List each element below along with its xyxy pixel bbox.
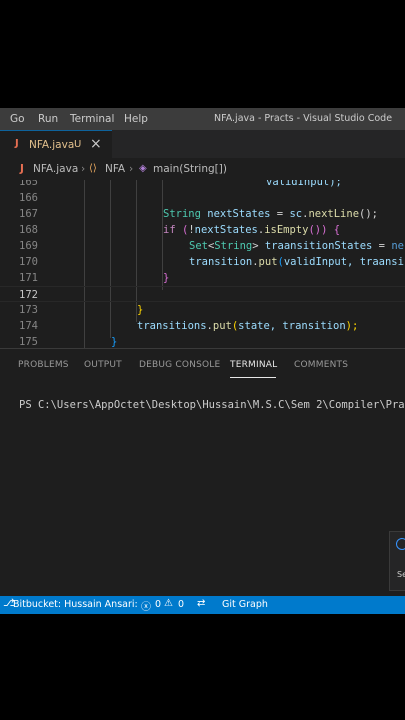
code-token: (); [359, 208, 378, 220]
editor-tab-bar: J NFA.java U × [0, 130, 405, 158]
tab-debug-console[interactable]: DEBUG CONSOLE [139, 360, 220, 370]
untracked-badge: U [74, 139, 82, 150]
code-token: } [137, 304, 144, 316]
menu-run[interactable]: Run [38, 113, 58, 125]
code-line: 166 [0, 190, 405, 206]
line-number: 166 [19, 192, 38, 204]
tab-output[interactable]: OUTPUT [84, 360, 122, 370]
code-line: 173 } [0, 302, 405, 318]
tab-terminal[interactable]: TERMINAL [230, 360, 277, 370]
code-token: } [111, 336, 118, 348]
line-number: 174 [19, 320, 38, 332]
git-graph-icon: ⇄ [197, 598, 206, 609]
chevron-right-icon: › [129, 163, 134, 175]
warning-icon: ⚠ [164, 598, 173, 609]
code-token: isEmpty [264, 224, 309, 236]
code-token: state, transition [238, 320, 346, 332]
class-icon: ⟨⟩ [89, 163, 97, 174]
menu-bar: Go Run Terminal Help NFA.java - Practs -… [0, 108, 405, 130]
git-graph-button[interactable]: Git Graph [222, 599, 268, 610]
code-editor[interactable]: 165 validInput); 166 167 String nextStat… [0, 180, 405, 348]
code-token: } [163, 272, 170, 284]
chevron-right-icon: › [81, 163, 86, 175]
code-token: sc [289, 208, 303, 220]
code-token: ()) { [308, 224, 341, 236]
error-count[interactable]: 0 [155, 599, 161, 610]
code-token: = [270, 208, 290, 220]
code-line: 174 transitions.put(state, transition); [0, 318, 405, 334]
code-token: transition [189, 256, 253, 268]
code-token: traansitionStates [264, 240, 373, 252]
tab-label: NFA.java [29, 139, 75, 151]
code-line: 169 Set<String> traansitionStates = ne [0, 238, 405, 254]
bitbucket-status[interactable]: Bitbucket: Hussain Ansari: [13, 599, 138, 610]
code-token: = [372, 240, 392, 252]
code-token: if [163, 224, 176, 236]
tab-comments[interactable]: COMMENTS [294, 360, 348, 370]
code-token: ne [391, 240, 404, 252]
code-token: ( [175, 224, 189, 236]
line-number: 171 [19, 272, 38, 284]
code-token: String [214, 240, 253, 252]
code-token: nextStates [194, 224, 258, 236]
breadcrumb-file[interactable]: NFA.java [33, 163, 78, 175]
code-token: transitions [137, 320, 207, 332]
code-token: put [212, 320, 232, 332]
line-number: 173 [19, 304, 38, 316]
code-token: nextLine [308, 208, 360, 220]
code-token: Set [189, 240, 208, 252]
code-token: String [163, 208, 201, 220]
code-line: 167 String nextStates = sc.nextLine(); [0, 206, 405, 222]
bottom-panel: PROBLEMS OUTPUT DEBUG CONSOLE TERMINAL C… [0, 348, 405, 596]
code-line: 168 if (!nextStates.isEmpty()) { [0, 222, 405, 238]
menu-go[interactable]: Go [10, 113, 25, 125]
code-line: 175 } [0, 334, 405, 348]
menu-terminal[interactable]: Terminal [70, 113, 114, 125]
java-file-icon: J [20, 163, 24, 175]
code-line: 165 validInput); [0, 180, 405, 190]
terminal-prompt[interactable]: PS C:\Users\AppOctet\Desktop\Hussain\M.S… [19, 399, 405, 411]
code-token: validInput); [266, 180, 342, 188]
line-number: 175 [19, 336, 38, 348]
status-bar: ⎇ Bitbucket: Hussain Ansari: ⓧ 0 ⚠ 0 ⇄ G… [0, 596, 405, 614]
code-token: ); [345, 320, 359, 332]
code-token: validInput, traansi [283, 256, 404, 268]
line-number: 172 [19, 289, 38, 301]
info-icon [396, 538, 405, 550]
vscode-window: Go Run Terminal Help NFA.java - Practs -… [0, 108, 405, 614]
breadcrumb-class[interactable]: NFA [105, 163, 125, 175]
warning-count[interactable]: 0 [178, 599, 184, 610]
line-number: 168 [19, 224, 38, 236]
method-icon: ◈ [139, 163, 147, 174]
code-line: 171 } [0, 270, 405, 286]
breadcrumb-method[interactable]: main(String[]) [153, 163, 227, 175]
notification-toast[interactable]: Se [389, 531, 405, 591]
tab-nfa-java[interactable]: J NFA.java U × [0, 130, 112, 158]
code-token: > [252, 240, 265, 252]
notification-text: Se [397, 570, 405, 579]
line-number: 169 [19, 240, 38, 252]
tab-problems[interactable]: PROBLEMS [18, 360, 69, 370]
line-number: 170 [19, 256, 38, 268]
line-number: 167 [19, 208, 38, 220]
line-number: 165 [19, 180, 38, 188]
active-tab-indicator [230, 377, 276, 378]
code-line: 170 transition.put(validInput, traansi [0, 254, 405, 270]
code-line-current: 172 [0, 286, 405, 302]
menu-help[interactable]: Help [124, 113, 148, 125]
window-title: NFA.java - Practs - Visual Studio Code [214, 113, 393, 124]
code-token: nextStates [207, 208, 271, 220]
java-file-icon: J [15, 138, 19, 149]
error-icon: ⓧ [141, 602, 151, 613]
code-token: put [258, 256, 278, 268]
breadcrumb: J NFA.java › ⟨⟩ NFA › ◈ main(String[]) [0, 158, 405, 180]
close-icon[interactable]: × [90, 136, 102, 152]
